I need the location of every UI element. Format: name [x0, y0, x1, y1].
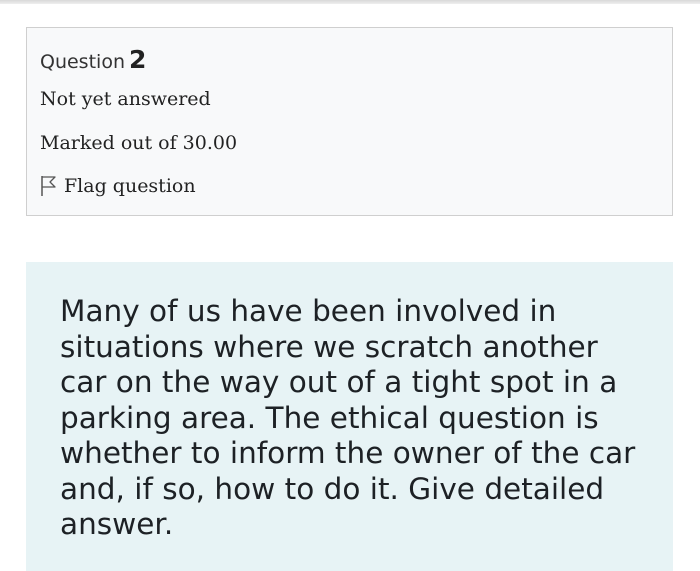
flag-question-label: Flag question	[64, 175, 196, 197]
question-text: Many of us have been involved in situati…	[60, 294, 636, 541]
question-number: 2	[128, 45, 147, 74]
quiz-page: Question 2 Not yet answered Marked out of…	[0, 0, 700, 571]
question-info-panel: Question 2 Not yet answered Marked out of…	[26, 27, 673, 216]
question-text-panel: Many of us have been involved in situati…	[26, 262, 673, 571]
answer-status: Not yet answered	[40, 88, 211, 110]
flag-icon	[40, 175, 58, 197]
question-number-heading: Question 2	[40, 45, 146, 74]
flag-question-button[interactable]: Flag question	[40, 175, 196, 197]
question-grade: Marked out of 30.00	[40, 132, 238, 154]
question-label: Question	[40, 51, 125, 73]
top-divider	[0, 0, 700, 4]
